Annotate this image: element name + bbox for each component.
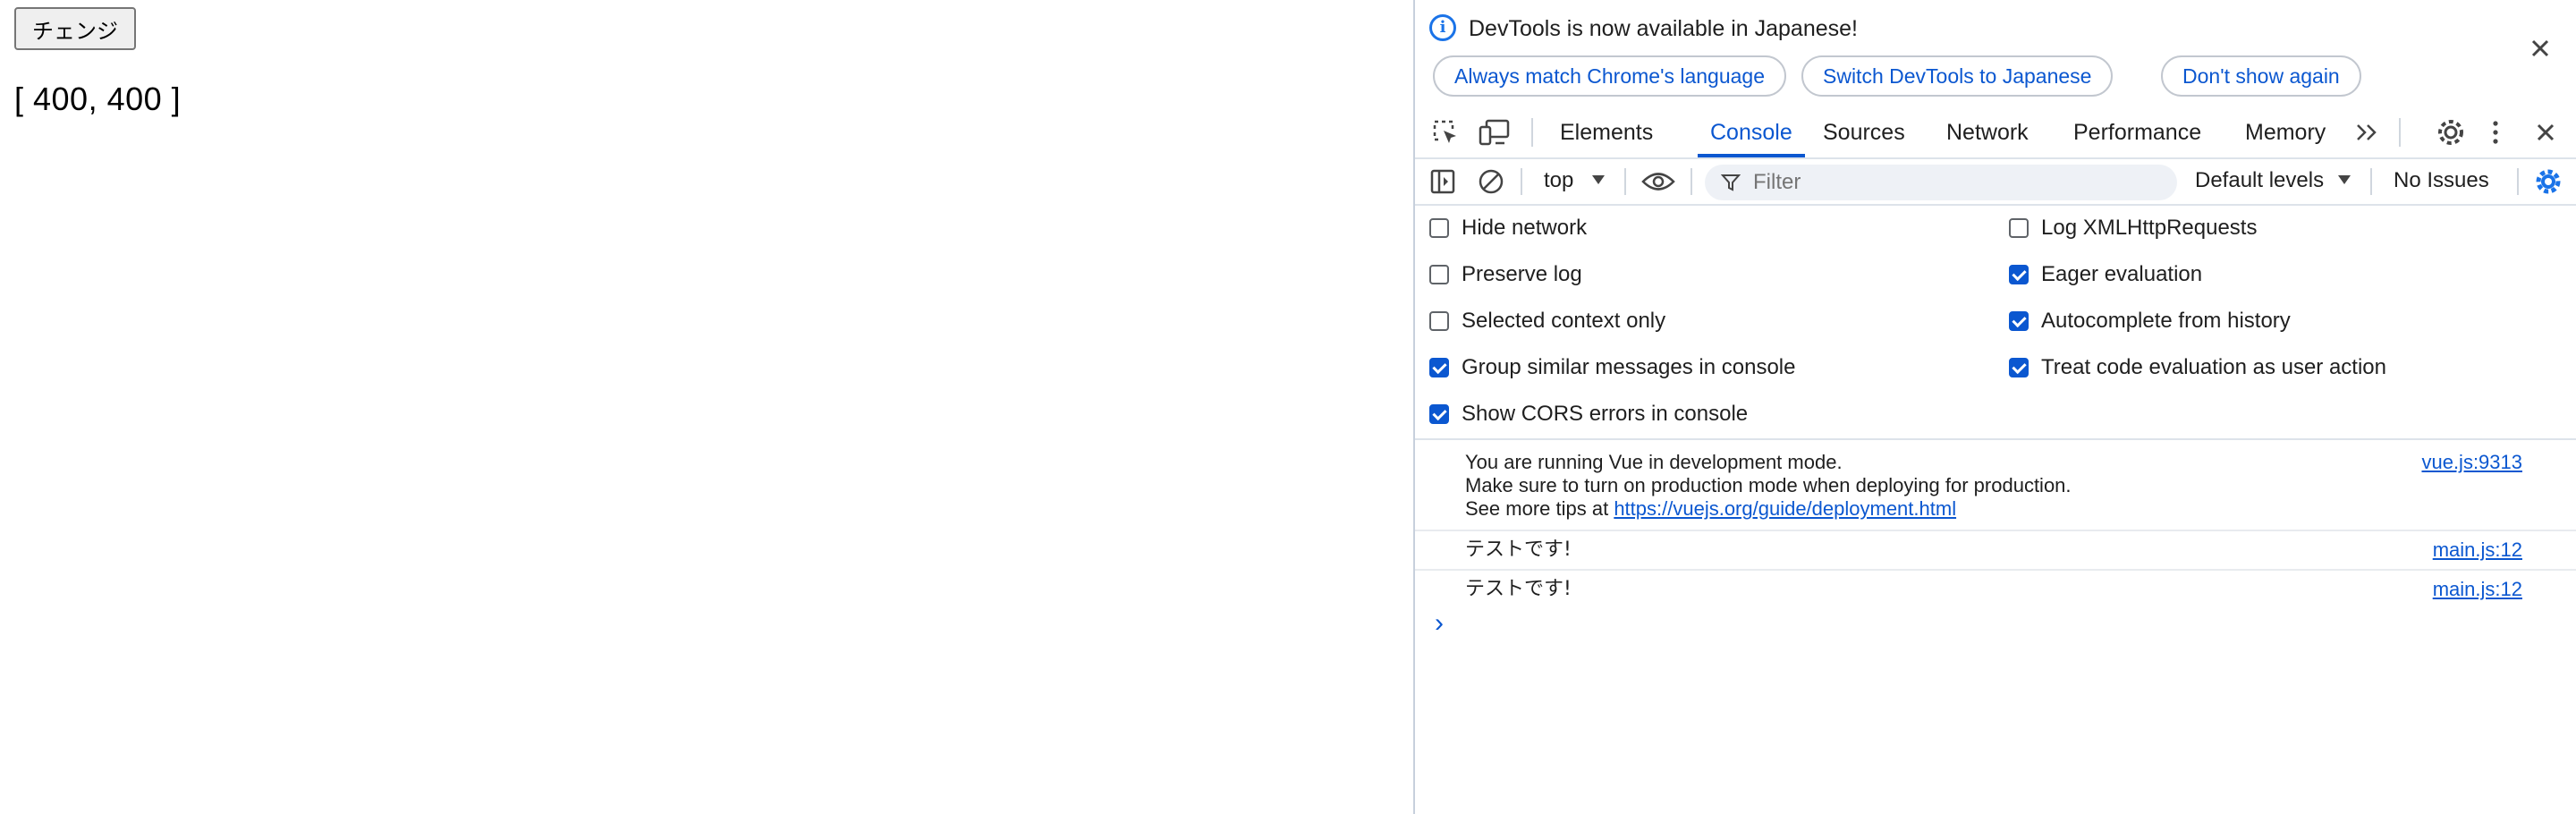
close-icon[interactable] xyxy=(2522,30,2558,66)
log-levels-dropdown[interactable]: Default levels xyxy=(2195,168,2324,193)
switch-to-japanese-button[interactable]: Switch DevTools to Japanese xyxy=(1801,55,2114,97)
sidebar-toggle-icon[interactable] xyxy=(1429,168,1456,195)
infobar-message: DevTools is now available in Japanese! xyxy=(1469,16,1858,41)
info-icon: i xyxy=(1429,14,1456,41)
tab-elements[interactable]: Elements xyxy=(1560,116,1653,154)
source-link[interactable]: vue.js:9313 xyxy=(2421,451,2522,474)
source-link[interactable]: main.js:12 xyxy=(2433,538,2522,562)
checkbox[interactable] xyxy=(1429,218,1449,238)
always-match-language-button[interactable]: Always match Chrome's language xyxy=(1433,55,1786,97)
console-settings-panel: Hide network Preserve log Selected conte… xyxy=(1415,204,2576,440)
console-message: テストです! main.js:12 xyxy=(1415,531,2576,571)
setting-show-cors-errors[interactable]: Show CORS errors in console xyxy=(1429,399,1748,429)
caret-down-icon xyxy=(2338,175,2351,184)
change-button[interactable]: チェンジ xyxy=(14,7,136,50)
gear-icon[interactable] xyxy=(2435,116,2467,148)
device-toolbar-icon[interactable] xyxy=(1478,118,1512,147)
checkbox[interactable] xyxy=(1429,311,1449,331)
tab-performance[interactable]: Performance xyxy=(2073,116,2201,154)
console-toolbar: top Default levels No Issues xyxy=(1415,157,2576,206)
tab-network[interactable]: Network xyxy=(1946,116,2029,154)
toolbar-divider xyxy=(2370,168,2372,195)
clear-console-icon[interactable] xyxy=(1478,168,1504,195)
console-message: You are running Vue in development mode.… xyxy=(1415,440,2576,531)
caret-down-icon xyxy=(1592,175,1605,184)
setting-group-similar[interactable]: Group similar messages in console xyxy=(1429,352,1796,383)
tabbar-divider xyxy=(1531,118,1533,147)
setting-hide-network[interactable]: Hide network xyxy=(1429,213,1587,243)
tab-sources[interactable]: Sources xyxy=(1823,116,1905,154)
setting-eager-evaluation[interactable]: Eager evaluation xyxy=(2009,259,2202,290)
message-line: テストです! xyxy=(1465,578,1572,600)
source-link[interactable]: main.js:12 xyxy=(2433,578,2522,601)
console-settings-icon[interactable] xyxy=(2533,166,2563,197)
language-infobar: i DevTools is now available in Japanese!… xyxy=(1415,0,2576,107)
console-message: テストです! main.js:12 xyxy=(1415,571,2576,608)
setting-treat-code-evaluation[interactable]: Treat code evaluation as user action xyxy=(2009,352,2386,383)
toolbar-divider xyxy=(1521,168,1522,195)
checkbox[interactable] xyxy=(1429,265,1449,284)
filter-input[interactable] xyxy=(1751,168,2166,197)
setting-log-xhr[interactable]: Log XMLHttpRequests xyxy=(2009,213,2257,243)
kebab-menu-icon[interactable] xyxy=(2487,116,2504,148)
filter-box[interactable] xyxy=(1705,165,2177,200)
checkbox-checked[interactable] xyxy=(2009,265,2029,284)
context-selector[interactable]: top xyxy=(1544,168,1573,193)
setting-preserve-log[interactable]: Preserve log xyxy=(1429,259,1582,290)
checkbox-checked[interactable] xyxy=(1429,358,1449,377)
devtools-tabbar: Elements Console Sources Network Perform… xyxy=(1415,107,2576,159)
devtools-panel: i DevTools is now available in Japanese!… xyxy=(1413,0,2576,814)
setting-autocomplete-history[interactable]: Autocomplete from history xyxy=(2009,306,2291,336)
tab-console[interactable]: Console xyxy=(1698,116,1805,157)
setting-selected-context-only[interactable]: Selected context only xyxy=(1429,306,1665,336)
close-devtools-icon[interactable] xyxy=(2531,118,2560,147)
inspect-element-icon[interactable] xyxy=(1431,118,1460,147)
message-line: See more tips at https://vuejs.org/guide… xyxy=(1465,497,1957,520)
message-line: Make sure to turn on production mode whe… xyxy=(1465,474,2072,496)
array-output: [ 400, 400 ] xyxy=(14,81,182,117)
checkbox-checked[interactable] xyxy=(2009,311,2029,331)
message-line: You are running Vue in development mode. xyxy=(1465,451,1843,473)
tab-memory[interactable]: Memory xyxy=(2245,116,2326,154)
checkbox-checked[interactable] xyxy=(2009,358,2029,377)
page-viewport: チェンジ [ 400, 400 ] xyxy=(0,0,1413,814)
filter-icon xyxy=(1721,174,1741,191)
message-line: テストです! xyxy=(1465,538,1572,561)
toolbar-divider xyxy=(1624,168,1626,195)
toolbar-divider xyxy=(1690,168,1692,195)
issues-counter[interactable]: No Issues xyxy=(2394,168,2489,193)
more-tabs-icon[interactable] xyxy=(2354,120,2381,145)
console-prompt[interactable]: › xyxy=(1435,608,1444,639)
vue-deployment-link[interactable]: https://vuejs.org/guide/deployment.html xyxy=(1614,497,1956,520)
checkbox-checked[interactable] xyxy=(1429,404,1449,424)
tabbar-divider xyxy=(2399,118,2401,147)
toolbar-divider xyxy=(2517,168,2519,195)
dont-show-again-button[interactable]: Don't show again xyxy=(2161,55,2361,97)
eye-icon[interactable] xyxy=(1640,168,1676,195)
checkbox[interactable] xyxy=(2009,218,2029,238)
